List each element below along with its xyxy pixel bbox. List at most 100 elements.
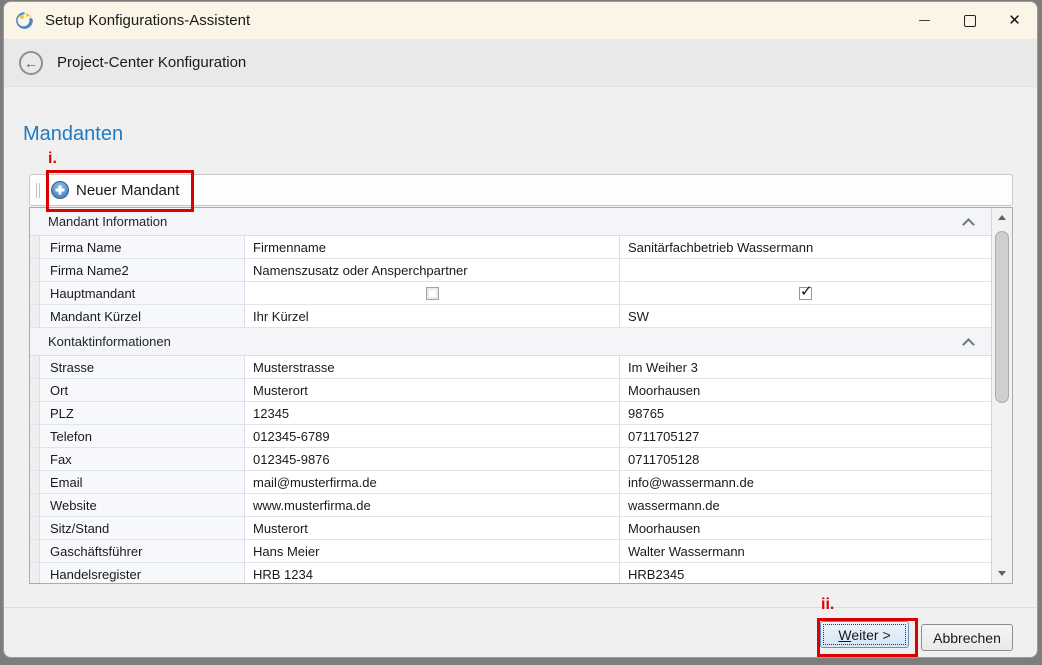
row-indicator xyxy=(30,236,40,258)
annotation-step1-label: i. xyxy=(48,150,57,168)
table-row: StrasseMusterstrasseIm Weiher 3 xyxy=(30,356,991,379)
row-field-cell[interactable]: mail@musterfirma.de xyxy=(245,471,620,493)
row-value-cell[interactable]: Sanitärfachbetrieb Wassermann xyxy=(620,236,991,258)
row-indicator xyxy=(30,540,40,562)
mandant-property-table: Mandant InformationFirma NameFirmennameS… xyxy=(29,207,1013,584)
row-field-cell[interactable] xyxy=(245,282,620,304)
table-row: HandelsregisterHRB 1234HRB2345 xyxy=(30,563,991,584)
row-field-cell[interactable]: HRB 1234 xyxy=(245,563,620,584)
table-row: Telefon012345-67890711705127 xyxy=(30,425,991,448)
row-label: Mandant Kürzel xyxy=(40,305,245,327)
vertical-scrollbar[interactable] xyxy=(991,208,1012,583)
row-label: Sitz/Stand xyxy=(40,517,245,539)
row-indicator xyxy=(30,282,40,304)
row-field-cell[interactable]: Namenszusatz oder Ansperchpartner xyxy=(245,259,620,281)
section-title: Mandant Information xyxy=(48,214,167,229)
row-value-cell[interactable]: info@wassermann.de xyxy=(620,471,991,493)
row-field-cell[interactable]: 012345-6789 xyxy=(245,425,620,447)
row-label: Handelsregister xyxy=(40,563,245,584)
row-value-cell[interactable]: 0711705128 xyxy=(620,448,991,470)
row-label: Strasse xyxy=(40,356,245,378)
collapse-chevron-icon[interactable] xyxy=(962,338,975,351)
table-row: Sitz/StandMusterortMoorhausen xyxy=(30,517,991,540)
table-row: Firma Name2Namenszusatz oder Ansperchpar… xyxy=(30,259,991,282)
checkbox-checked[interactable] xyxy=(799,287,812,300)
row-indicator xyxy=(30,425,40,447)
cancel-button[interactable]: Abbrechen xyxy=(921,624,1013,651)
row-field-cell[interactable]: www.musterfirma.de xyxy=(245,494,620,516)
table-row: PLZ1234598765 xyxy=(30,402,991,425)
minimize-icon xyxy=(919,20,930,21)
checkbox-unchecked[interactable] xyxy=(426,287,439,300)
row-label: Website xyxy=(40,494,245,516)
table-row: Websitewww.musterfirma.dewassermann.de xyxy=(30,494,991,517)
scroll-up-icon[interactable] xyxy=(998,215,1006,220)
row-value-cell[interactable]: SW xyxy=(620,305,991,327)
row-field-cell[interactable]: Ihr Kürzel xyxy=(245,305,620,327)
row-indicator xyxy=(30,379,40,401)
row-value-cell[interactable] xyxy=(620,282,991,304)
collapse-chevron-icon[interactable] xyxy=(962,218,975,231)
row-field-cell[interactable]: 012345-9876 xyxy=(245,448,620,470)
row-label: PLZ xyxy=(40,402,245,424)
row-value-cell[interactable]: 0711705127 xyxy=(620,425,991,447)
row-indicator xyxy=(30,517,40,539)
row-indicator xyxy=(30,448,40,470)
table-row: Hauptmandant xyxy=(30,282,991,305)
row-label: Hauptmandant xyxy=(40,282,245,304)
table-row: Fax012345-98760711705128 xyxy=(30,448,991,471)
row-field-cell[interactable]: Musterstrasse xyxy=(245,356,620,378)
row-field-cell[interactable]: Hans Meier xyxy=(245,540,620,562)
window-controls: ✕ xyxy=(902,2,1037,39)
back-button[interactable]: ← xyxy=(19,51,43,75)
row-value-cell[interactable]: HRB2345 xyxy=(620,563,991,584)
section-title: Kontaktinformationen xyxy=(48,334,171,349)
next-button[interactable]: Weiter > xyxy=(820,621,909,648)
row-value-cell[interactable]: Moorhausen xyxy=(620,379,991,401)
row-value-cell[interactable]: Moorhausen xyxy=(620,517,991,539)
row-label: Email xyxy=(40,471,245,493)
row-value-cell[interactable]: wassermann.de xyxy=(620,494,991,516)
wizard-header: ← Project-Center Konfiguration xyxy=(4,39,1037,87)
page-title: Mandanten xyxy=(23,123,123,146)
titlebar: Setup Konfigurations-Assistent ✕ xyxy=(4,2,1037,39)
row-value-cell[interactable]: 98765 xyxy=(620,402,991,424)
scrollbar-thumb[interactable] xyxy=(995,231,1009,403)
table-row: Mandant KürzelIhr KürzelSW xyxy=(30,305,991,328)
close-icon: ✕ xyxy=(1008,13,1021,28)
row-field-cell[interactable]: Firmenname xyxy=(245,236,620,258)
close-button[interactable]: ✕ xyxy=(992,2,1037,39)
next-button-label: eiter > xyxy=(851,627,890,643)
new-mandant-label: Neuer Mandant xyxy=(76,182,179,199)
section-header[interactable]: Mandant Information xyxy=(30,208,991,236)
row-label: Fax xyxy=(40,448,245,470)
minimize-button[interactable] xyxy=(902,2,947,39)
row-field-cell[interactable]: 12345 xyxy=(245,402,620,424)
row-label: Firma Name xyxy=(40,236,245,258)
row-field-cell[interactable]: Musterort xyxy=(245,379,620,401)
table-row: OrtMusterortMoorhausen xyxy=(30,379,991,402)
row-label: Telefon xyxy=(40,425,245,447)
toolbar-grip-handle[interactable] xyxy=(36,183,40,198)
annotation-step2-label: ii. xyxy=(821,596,834,614)
row-value-cell[interactable]: Walter Wassermann xyxy=(620,540,991,562)
setup-wizard-window: Setup Konfigurations-Assistent ✕ ← Proje… xyxy=(3,1,1038,658)
new-mandant-button[interactable]: Neuer Mandant xyxy=(47,179,187,201)
wizard-step-title: Project-Center Konfiguration xyxy=(57,54,246,71)
maximize-button[interactable] xyxy=(947,2,992,39)
row-label: Ort xyxy=(40,379,245,401)
footer-divider xyxy=(4,607,1037,608)
row-indicator xyxy=(30,563,40,584)
row-indicator xyxy=(30,305,40,327)
row-value-cell[interactable]: Im Weiher 3 xyxy=(620,356,991,378)
mandant-toolbar: Neuer Mandant xyxy=(29,174,1013,206)
row-field-cell[interactable]: Musterort xyxy=(245,517,620,539)
scroll-down-icon[interactable] xyxy=(998,571,1006,576)
back-arrow-icon: ← xyxy=(24,56,38,70)
add-plus-icon xyxy=(51,181,69,199)
app-logo-icon xyxy=(15,11,34,30)
row-indicator xyxy=(30,402,40,424)
section-header[interactable]: Kontaktinformationen xyxy=(30,328,991,356)
row-indicator xyxy=(30,494,40,516)
row-value-cell[interactable] xyxy=(620,259,991,281)
